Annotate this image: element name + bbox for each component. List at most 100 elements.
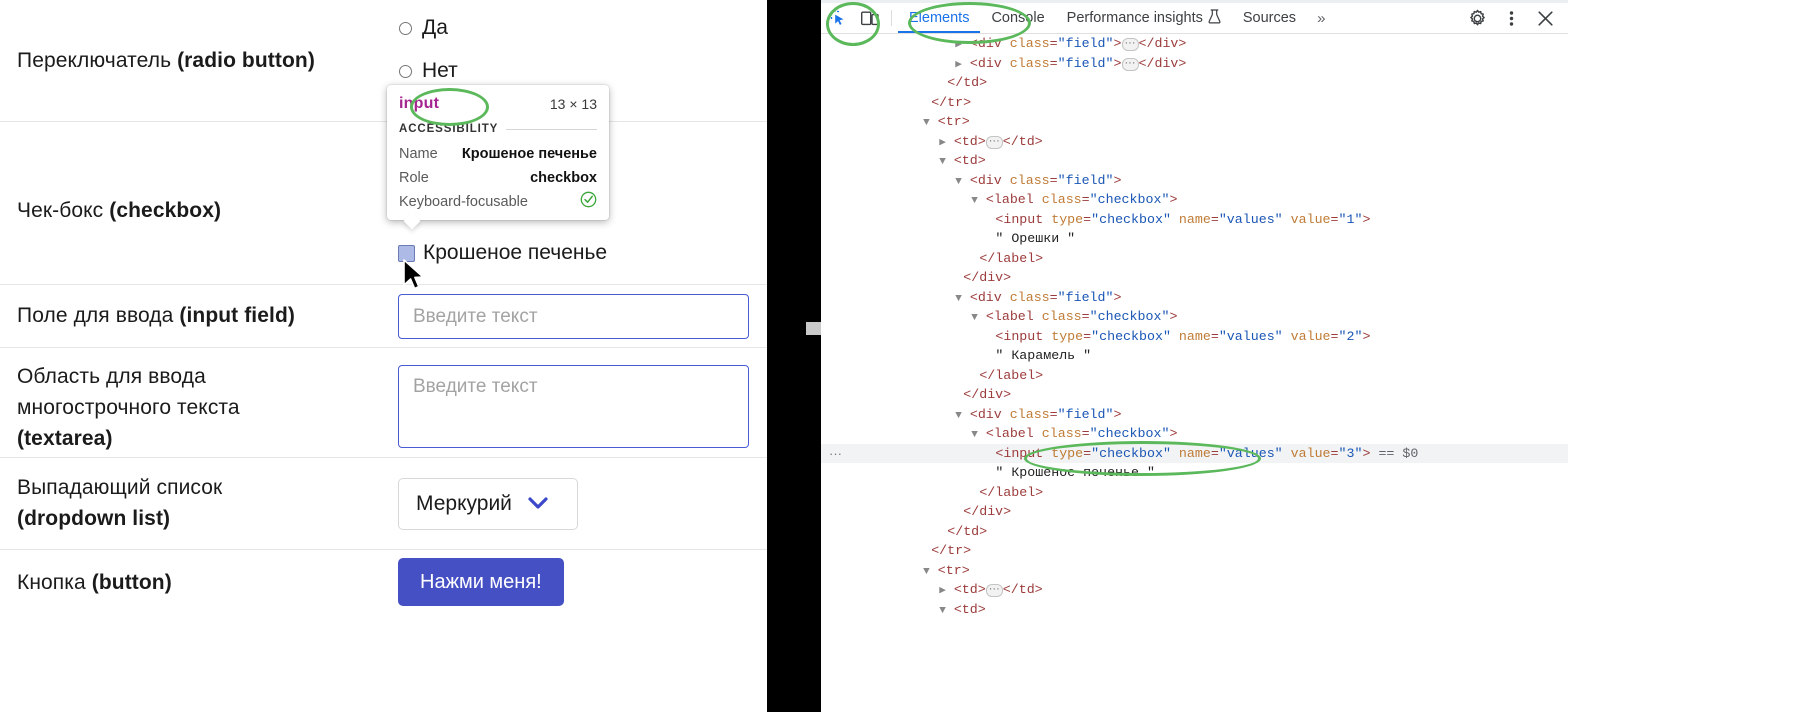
dom-token: <td> [953, 133, 986, 149]
collapsed-children-badge[interactable]: ··· [985, 135, 1003, 149]
label-line-1: Область для ввода [17, 365, 206, 388]
inspect-element-icon[interactable] [823, 5, 853, 31]
dom-token: > [1113, 406, 1122, 422]
dom-tree-row[interactable]: </tr> [821, 541, 1568, 561]
press-me-button[interactable]: Нажми меня! [398, 558, 564, 606]
dom-token: "field" [1057, 406, 1114, 422]
dom-tree-row[interactable]: ▶ <td> ··· </td> [821, 132, 1568, 152]
dom-tree-row[interactable]: </label> [821, 366, 1568, 386]
dropdown-select[interactable]: Меркурий [398, 478, 578, 530]
expand-triangle-open-icon[interactable]: ▼ [955, 410, 962, 422]
textarea-input[interactable] [398, 365, 749, 448]
dom-tree-row[interactable]: </div> [821, 502, 1568, 522]
expand-triangle-open-icon[interactable]: ▼ [923, 566, 930, 578]
dom-token: > [1169, 192, 1178, 207]
expand-triangle-closed-icon[interactable]: ▶ [939, 585, 946, 597]
flask-icon [1208, 8, 1221, 28]
close-icon[interactable] [1530, 5, 1560, 31]
expand-triangle-open-icon[interactable]: ▼ [923, 117, 930, 129]
dom-tree-row[interactable]: ▶ <div class="field"> ··· </div> [821, 34, 1568, 54]
radio-circle-icon[interactable] [399, 21, 412, 35]
devtools-drag-handle[interactable] [806, 322, 821, 335]
radio-option-no[interactable]: Нет [399, 56, 458, 86]
dom-token: <input [995, 445, 1052, 461]
text-input[interactable] [398, 294, 749, 339]
dom-tree-row[interactable]: </div> [821, 268, 1568, 288]
dom-tree-row[interactable]: ▼ <label class="checkbox"> [821, 424, 1568, 444]
dom-tree-row[interactable]: <input type="checkbox" name="values" val… [821, 210, 1568, 230]
tab-performance-insights[interactable]: Performance insights [1056, 3, 1232, 33]
dom-token: "field" [1057, 289, 1114, 305]
collapsed-children-badge[interactable]: ··· [1121, 57, 1139, 71]
dom-tree-row[interactable]: ▼ <tr> [821, 561, 1568, 581]
dom-tree-row[interactable]: <input type="checkbox" name="values" val… [821, 327, 1568, 347]
dom-tree-row[interactable]: </label> [821, 249, 1568, 269]
dom-token: "2" [1338, 328, 1363, 344]
expand-triangle-closed-icon[interactable]: ▶ [955, 39, 962, 51]
label-term: (dropdown list) [17, 507, 171, 530]
dom-tree-row[interactable]: ▼ <label class="checkbox"> [821, 190, 1568, 210]
dom-tree-row[interactable]: " Крошеное печенье " [821, 463, 1568, 483]
form-row-button: Кнопка (button) Нажми меня! [0, 550, 767, 662]
dom-tree-row[interactable]: ▶ <div class="field"> ··· </div> [821, 54, 1568, 74]
dom-tree-row[interactable]: </td> [821, 73, 1568, 93]
label-term: (textarea) [17, 427, 113, 450]
dom-row-gutter-menu[interactable]: ··· [829, 444, 842, 464]
dom-tree-row[interactable]: </label> [821, 483, 1568, 503]
tab-elements[interactable]: Elements [898, 3, 980, 33]
dom-tree-row[interactable]: </td> [821, 522, 1568, 542]
checkbox-option-label: Крошеное печенье [423, 241, 608, 264]
label-line-1: Выпадающий список [17, 476, 223, 499]
dom-tree-row[interactable]: </div> [821, 385, 1568, 405]
dom-tree-row[interactable]: ▼ <div class="field"> [821, 288, 1568, 308]
dom-tree-row[interactable]: " Орешки " [821, 229, 1568, 249]
form-row-textarea: Область для ввода многострочного текста … [0, 348, 767, 458]
device-toolbar-icon[interactable] [855, 5, 885, 31]
expand-triangle-open-icon[interactable]: ▼ [955, 176, 962, 188]
dom-token: <label [985, 192, 1042, 207]
gear-icon[interactable] [1462, 5, 1492, 31]
tab-sources[interactable]: Sources [1232, 3, 1307, 33]
dom-token: </td> [1002, 133, 1043, 149]
checkbox-box-icon[interactable] [398, 244, 415, 262]
dom-token: > [1169, 426, 1178, 441]
dom-tree-row[interactable]: ▼ <tr> [821, 112, 1568, 132]
collapsed-children-badge[interactable]: ··· [1121, 38, 1139, 51]
kebab-menu-icon[interactable] [1496, 5, 1526, 31]
chevron-down-icon[interactable] [528, 492, 548, 516]
dom-tree[interactable]: ▶ <div class="field"> ··· </div> ▶ <div cla… [821, 34, 1568, 712]
radio-circle-icon[interactable] [399, 64, 412, 78]
dom-tree-row[interactable]: ▼ <div class="field"> [821, 171, 1568, 191]
label-line-2: многострочного текста [17, 396, 240, 419]
dom-token: </div> [1138, 55, 1187, 71]
dom-tree-row[interactable]: </tr> [821, 93, 1568, 113]
dom-tree-row[interactable]: " Карамель " [821, 346, 1568, 366]
dom-tree-row[interactable]: ▼ <td> [821, 600, 1568, 620]
radio-option-yes[interactable]: Да [399, 13, 458, 43]
chevron-double-right-icon[interactable]: » [1307, 10, 1335, 27]
dom-tree-row[interactable]: ▶ <td> ··· </td> [821, 580, 1568, 600]
dom-token: "1" [1338, 211, 1363, 227]
checkbox-option-crumbled-cookie[interactable]: Крошеное печенье [398, 241, 607, 265]
check-circle-icon [580, 191, 597, 213]
dom-tree-row[interactable]: ▼ <td> [821, 151, 1568, 171]
dom-token: "values" [1218, 445, 1283, 461]
dom-token: name [1178, 328, 1211, 344]
expand-triangle-open-icon[interactable]: ▼ [939, 156, 946, 168]
dom-tree-row[interactable]: ▼ <div class="field"> [821, 405, 1568, 425]
label-text: Переключатель [17, 49, 178, 72]
dom-tree-row[interactable]: ··· <input type="checkbox" name="values" … [821, 443, 1568, 464]
dom-token: "checkbox" [1089, 426, 1170, 441]
expand-triangle-open-icon[interactable]: ▼ [939, 605, 946, 617]
tab-console[interactable]: Console [980, 3, 1055, 33]
expand-triangle-open-icon[interactable]: ▼ [971, 429, 978, 441]
expand-triangle-open-icon[interactable]: ▼ [955, 293, 962, 305]
expand-triangle-open-icon[interactable]: ▼ [971, 312, 978, 324]
expand-triangle-closed-icon[interactable]: ▶ [955, 59, 962, 71]
expand-triangle-closed-icon[interactable]: ▶ [939, 137, 946, 149]
dom-token: <label [985, 426, 1042, 441]
collapsed-children-badge[interactable]: ··· [985, 584, 1003, 597]
tooltip-row-keyboard-focusable: Keyboard-focusable [399, 190, 597, 214]
dom-tree-row[interactable]: ▼ <label class="checkbox"> [821, 307, 1568, 327]
expand-triangle-open-icon[interactable]: ▼ [971, 195, 978, 207]
